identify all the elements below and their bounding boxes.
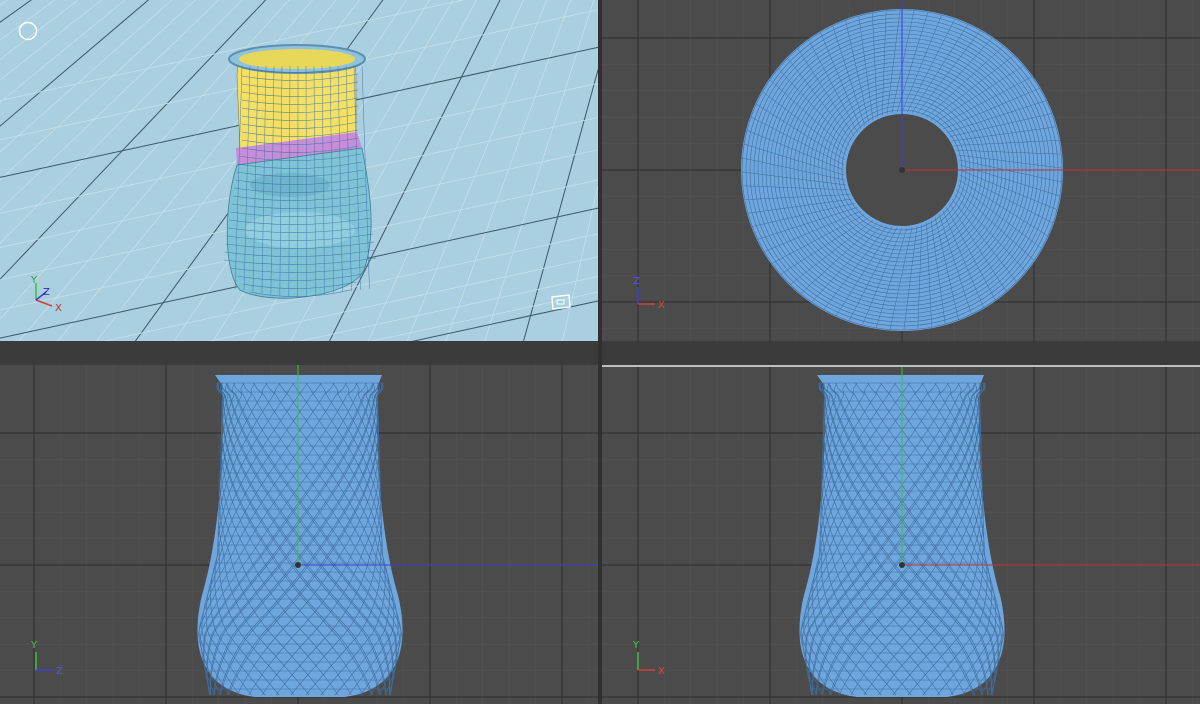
top-canvas[interactable]: Z X — [602, 0, 1200, 341]
front-canvas[interactable]: Y X — [602, 367, 1200, 704]
origin-pivot — [295, 562, 301, 568]
vase-wireframe-side — [197, 375, 403, 697]
menu-circle-icon[interactable] — [18, 21, 38, 41]
axis-label-y: Y — [30, 275, 38, 286]
camera-frame-icon[interactable] — [550, 293, 572, 311]
axis-gizmo-front: Y X — [632, 640, 665, 677]
side-canvas[interactable]: Y Z — [0, 365, 598, 704]
side-viewport[interactable]: Y Z — [0, 365, 598, 704]
axis-gizmo-perspective: Y Z X — [30, 275, 62, 314]
perspective-viewport[interactable]: Y Z X — [0, 0, 598, 341]
origin-pivot — [899, 167, 905, 173]
axis-label-x: X — [55, 303, 62, 314]
axis-label-y: Y — [30, 640, 38, 651]
top-viewport[interactable]: Z X — [602, 0, 1200, 341]
vase-render — [223, 44, 377, 299]
axis-label-y: Y — [632, 640, 640, 651]
axis-label-x: X — [658, 300, 665, 311]
axis-label-z: Z — [633, 276, 640, 287]
axis-label-x: X — [658, 666, 665, 677]
axis-gizmo-side: Y Z — [30, 640, 63, 677]
origin-pivot — [899, 562, 905, 568]
axis-label-z: Z — [56, 666, 63, 677]
axis-label-z: Z — [43, 287, 50, 298]
perspective-canvas[interactable]: Y Z X — [0, 0, 598, 341]
front-viewport[interactable]: Y X — [602, 365, 1200, 704]
